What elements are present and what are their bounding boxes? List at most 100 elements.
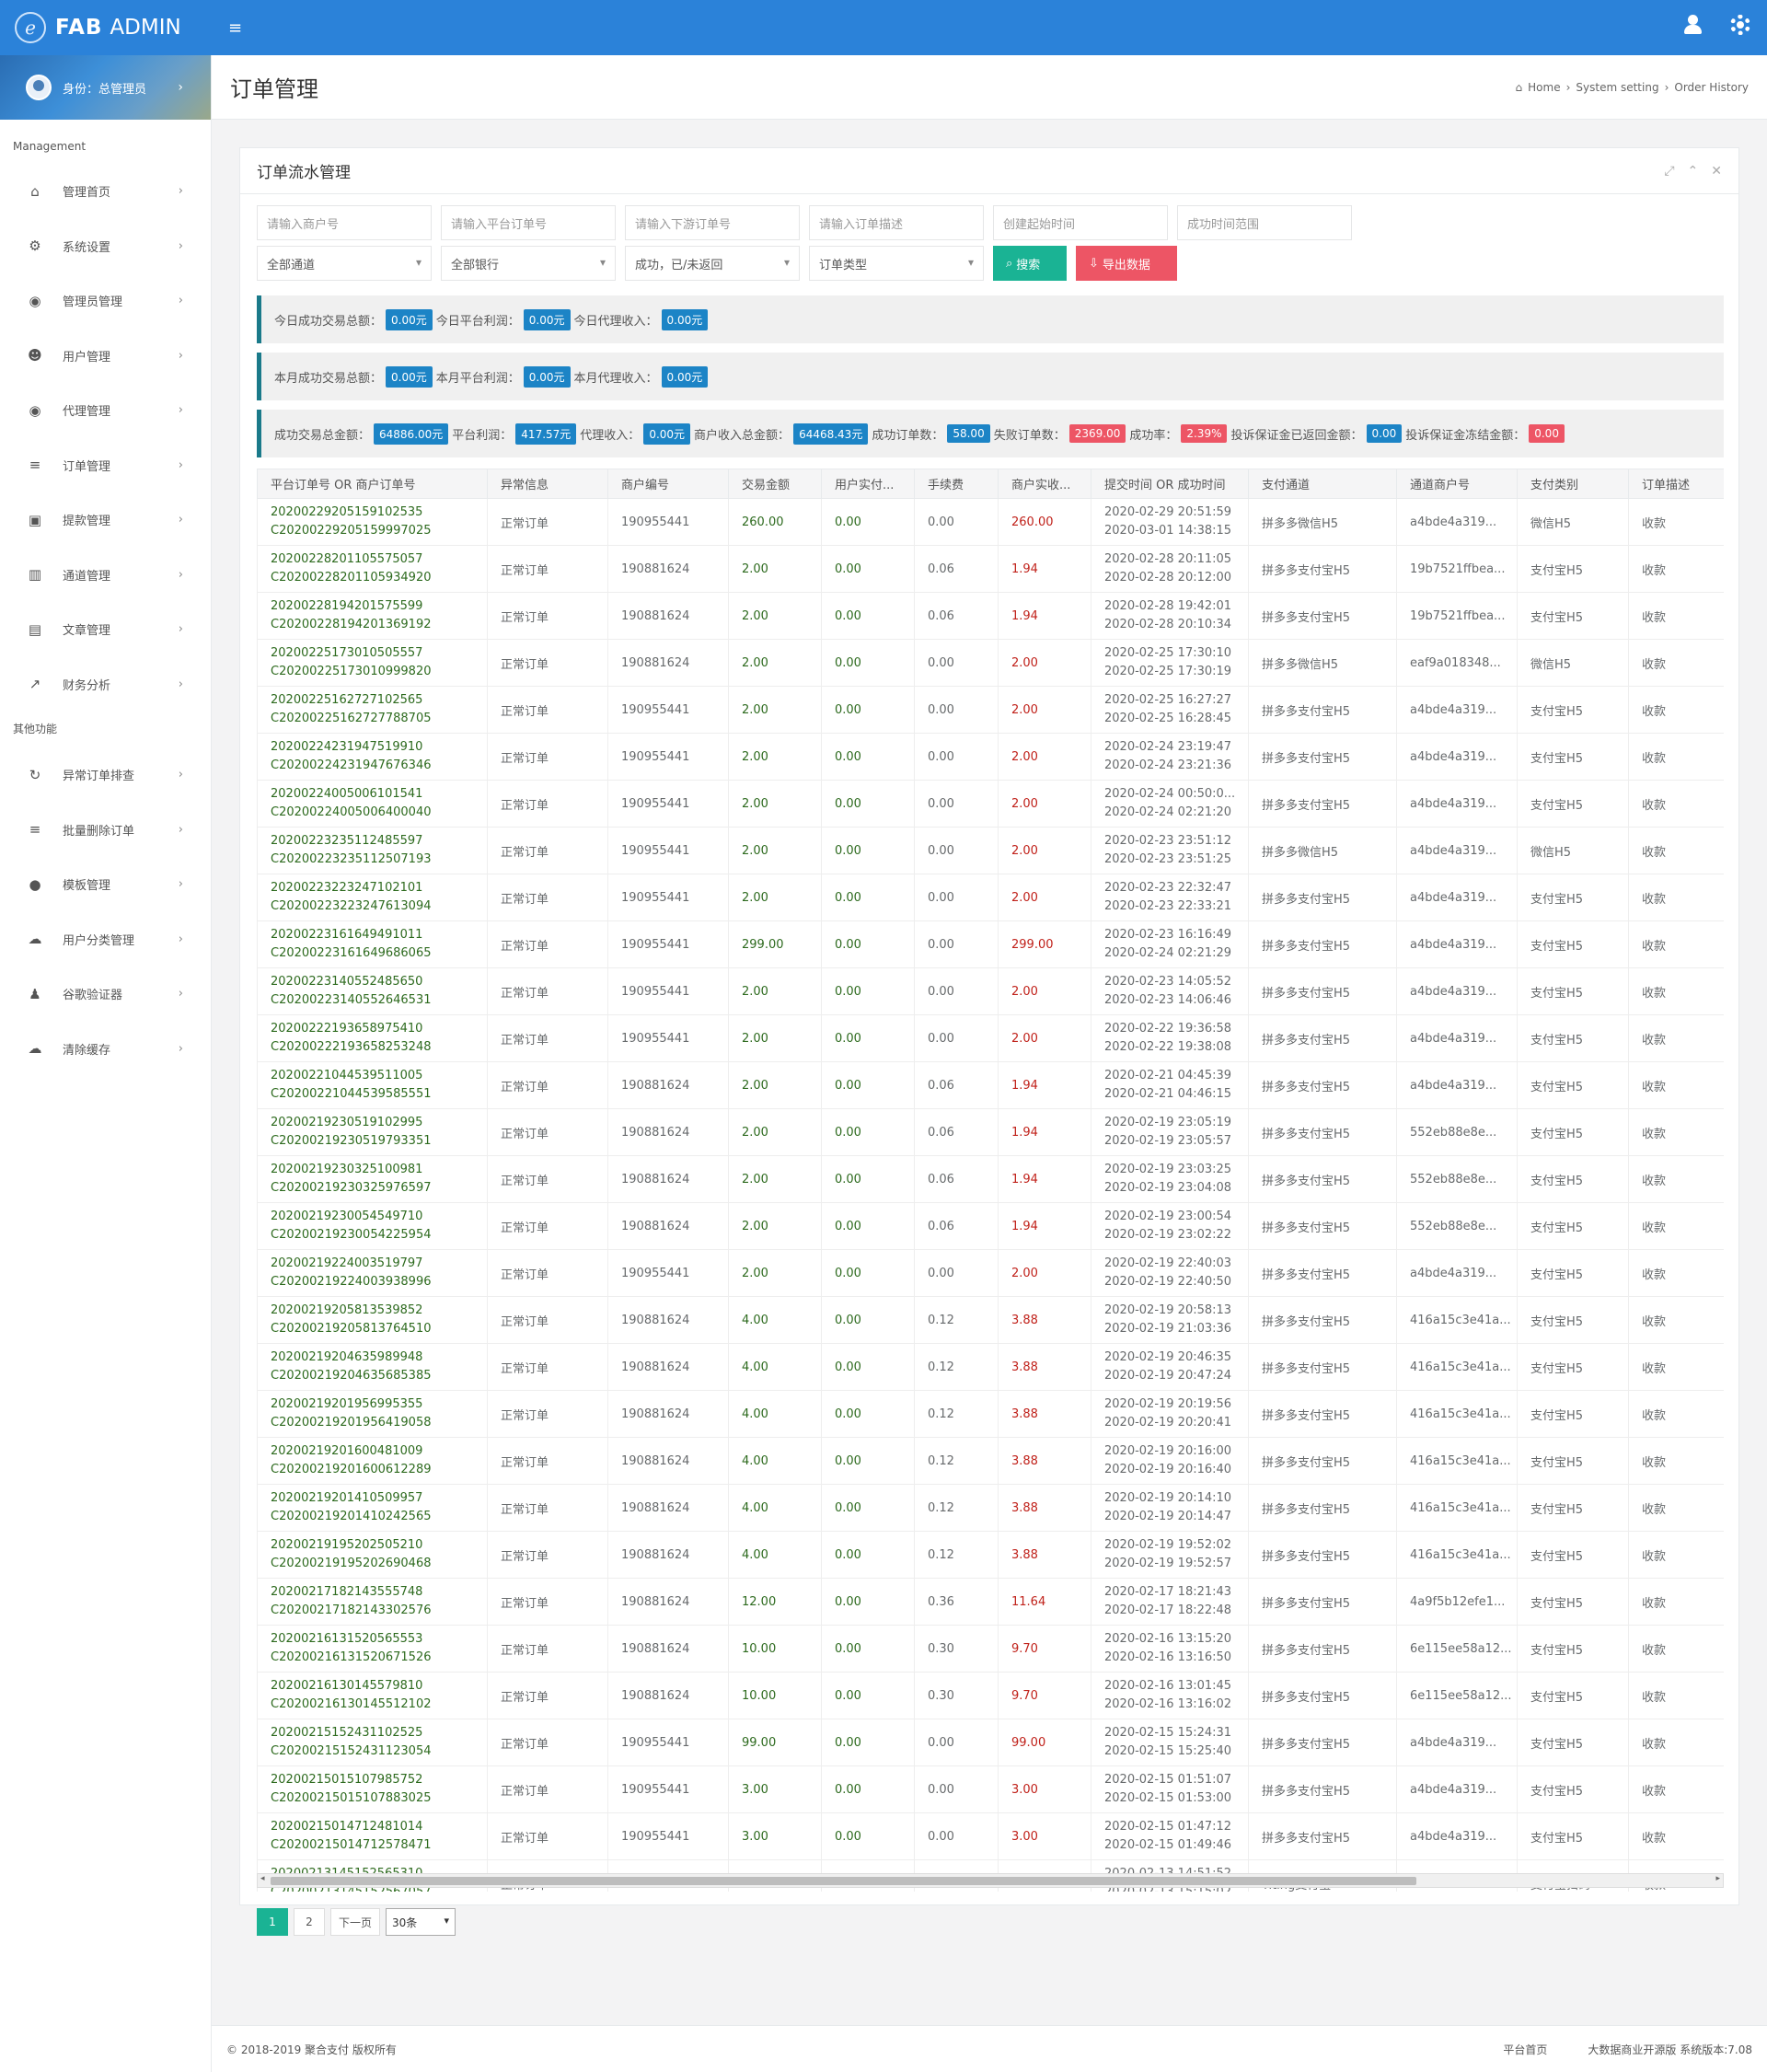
page-2-button[interactable]: 2 bbox=[294, 1908, 325, 1936]
table-row[interactable]: 20200219224003519797 C2020021922400393899… bbox=[257, 1249, 1724, 1297]
sidebar-item[interactable]: ♟ 谷歌验证器 › bbox=[0, 967, 211, 1022]
table-row[interactable]: 20200222193658975410 C2020022219365825324… bbox=[257, 1014, 1724, 1062]
sidebar-item[interactable]: ● 模板管理 › bbox=[0, 857, 211, 912]
column-header[interactable]: 交易金额 bbox=[728, 469, 822, 499]
platform-order-id[interactable]: 20200216130145579810 bbox=[271, 1677, 487, 1696]
platform-order-id[interactable]: 20200224005006101541 bbox=[271, 785, 487, 804]
merchant-order-id[interactable]: C20200225173010999820 bbox=[271, 663, 487, 681]
platform-order-id[interactable]: 20200219230519102995 bbox=[271, 1114, 487, 1132]
export-button[interactable]: ⇩ 导出数据 bbox=[1076, 246, 1177, 281]
column-header[interactable]: 手续费 bbox=[914, 469, 999, 499]
platform-order-id[interactable]: 20200228194201575599 bbox=[271, 597, 487, 616]
merchant-order-id[interactable]: C20200224231947676346 bbox=[271, 757, 487, 775]
merchant-order-id[interactable]: C20200224005006400040 bbox=[271, 804, 487, 822]
breadcrumb-home[interactable]: Home bbox=[1528, 81, 1560, 94]
gear-icon[interactable] bbox=[1730, 15, 1750, 35]
platform-order-id[interactable]: 20200224231947519910 bbox=[271, 738, 487, 757]
sidebar-item[interactable]: ▤ 文章管理 › bbox=[0, 602, 211, 657]
table-row[interactable]: 20200215015107985752 C2020021501510788302… bbox=[257, 1765, 1724, 1813]
merchant-order-id[interactable]: C20200229205159997025 bbox=[271, 522, 487, 540]
table-row[interactable]: 20200219201956995355 C2020021920195641905… bbox=[257, 1390, 1724, 1438]
platform-order-id[interactable]: 20200223223247102101 bbox=[271, 879, 487, 897]
column-header[interactable]: 支付类别 bbox=[1517, 469, 1629, 499]
platform-order-id[interactable]: 20200216131520565553 bbox=[271, 1630, 487, 1649]
platform-order-id[interactable]: 20200217182143555748 bbox=[271, 1583, 487, 1602]
merchant-order-id[interactable]: C20200223223247613094 bbox=[271, 897, 487, 916]
merchant-order-id[interactable]: C20200223161649686065 bbox=[271, 944, 487, 963]
column-header[interactable]: 商户编号 bbox=[607, 469, 729, 499]
table-row[interactable]: 20200223235112485597 C2020022323511250719… bbox=[257, 827, 1724, 874]
merchant-order-id[interactable]: C20200219230325976597 bbox=[271, 1179, 487, 1198]
next-page-button[interactable]: 下一页 bbox=[330, 1908, 381, 1936]
table-row[interactable]: 20200219230325100981 C2020021923032597659… bbox=[257, 1155, 1724, 1203]
platform-order-id[interactable]: 20200223235112485597 bbox=[271, 832, 487, 851]
sidebar-item[interactable]: ≡ 批量删除订单 › bbox=[0, 803, 211, 858]
scroll-right-icon[interactable]: ▸ bbox=[1715, 1874, 1720, 1883]
sidebar-item[interactable]: ☁ 用户分类管理 › bbox=[0, 912, 211, 967]
platform-order-id[interactable]: 20200221044539511005 bbox=[271, 1067, 487, 1085]
platform-order-id[interactable]: 20200219205813539852 bbox=[271, 1302, 487, 1320]
merchant-order-id[interactable]: C20200219204635685385 bbox=[271, 1367, 487, 1385]
merchant-order-id[interactable]: C20200221044539585551 bbox=[271, 1085, 487, 1104]
merchant-order-id[interactable]: C20200223140552646531 bbox=[271, 991, 487, 1010]
filter-input[interactable]: 请输入下游订单号 bbox=[625, 205, 800, 240]
merchant-order-id[interactable]: C20200223235112507193 bbox=[271, 851, 487, 869]
table-row[interactable]: 20200223161649491011 C2020022316164968606… bbox=[257, 920, 1724, 968]
horizontal-scrollbar[interactable]: ◂ ▸ bbox=[257, 1873, 1724, 1888]
platform-order-id[interactable]: 20200219230325100981 bbox=[271, 1161, 487, 1179]
merchant-order-id[interactable]: C20200222193658253248 bbox=[271, 1038, 487, 1057]
table-row[interactable]: 20200219201410509957 C2020021920141024256… bbox=[257, 1484, 1724, 1532]
table-row[interactable]: 20200224231947519910 C2020022423194767634… bbox=[257, 733, 1724, 781]
merchant-order-id[interactable]: C20200217182143302576 bbox=[271, 1602, 487, 1620]
table-row[interactable]: 20200219201600481009 C2020021920160061228… bbox=[257, 1437, 1724, 1485]
menu-toggle-icon[interactable]: ≡ bbox=[228, 18, 242, 38]
table-row[interactable]: 20200225162727102565 C2020022516272778870… bbox=[257, 686, 1724, 734]
column-header[interactable]: 通道商户号 bbox=[1396, 469, 1518, 499]
table-row[interactable]: 20200216131520565553 C2020021613152067152… bbox=[257, 1625, 1724, 1673]
sidebar-item[interactable]: ↻ 异常订单排查 › bbox=[0, 747, 211, 803]
collapse-icon[interactable]: ⌃ bbox=[1688, 164, 1699, 179]
table-row[interactable]: 20200216130145579810 C2020021613014551210… bbox=[257, 1672, 1724, 1719]
close-icon[interactable]: ✕ bbox=[1711, 164, 1722, 179]
sidebar-item[interactable]: ☻ 用户管理 › bbox=[0, 329, 211, 384]
filter-input[interactable]: 请输入订单描述 bbox=[809, 205, 984, 240]
table-row[interactable]: 20200228194201575599 C2020022819420136919… bbox=[257, 592, 1724, 640]
sidebar-item[interactable]: ↗ 财务分析 › bbox=[0, 657, 211, 712]
platform-order-id[interactable]: 20200219224003519797 bbox=[271, 1255, 487, 1273]
platform-order-id[interactable]: 20200219201410509957 bbox=[271, 1489, 487, 1508]
sidebar-item[interactable]: ≡ 订单管理 › bbox=[0, 438, 211, 493]
page-1-button[interactable]: 1 bbox=[257, 1908, 288, 1936]
merchant-order-id[interactable]: C20200219195202690468 bbox=[271, 1555, 487, 1573]
sidebar-item[interactable]: ◉ 管理员管理 › bbox=[0, 273, 211, 329]
filter-select[interactable]: 成功，已/未返回 bbox=[625, 246, 800, 281]
merchant-order-id[interactable]: C20200219205813764510 bbox=[271, 1320, 487, 1338]
column-header[interactable]: 异常信息 bbox=[487, 469, 608, 499]
platform-order-id[interactable]: 20200219201956995355 bbox=[271, 1395, 487, 1414]
platform-order-id[interactable]: 20200219204635989948 bbox=[271, 1349, 487, 1367]
sidebar-item[interactable]: ◉ 代理管理 › bbox=[0, 383, 211, 438]
table-row[interactable]: 20200225173010505557 C2020022517301099982… bbox=[257, 639, 1724, 687]
sidebar-item[interactable]: ▥ 通道管理 › bbox=[0, 548, 211, 603]
merchant-order-id[interactable]: C20200216131520671526 bbox=[271, 1649, 487, 1667]
filter-select[interactable]: 全部通道 bbox=[257, 246, 432, 281]
merchant-order-id[interactable]: C20200215152431123054 bbox=[271, 1742, 487, 1761]
table-row[interactable]: 20200215152431102525 C2020021515243112305… bbox=[257, 1719, 1724, 1766]
merchant-order-id[interactable]: C20200215014712578471 bbox=[271, 1836, 487, 1855]
search-button[interactable]: ⌕ 搜索 bbox=[993, 246, 1067, 281]
merchant-order-id[interactable]: C20200215015107883025 bbox=[271, 1789, 487, 1808]
merchant-order-id[interactable]: C20200228194201369192 bbox=[271, 616, 487, 634]
table-row[interactable]: 20200224005006101541 C2020022400500640004… bbox=[257, 780, 1724, 828]
merchant-order-id[interactable]: C20200219230519793351 bbox=[271, 1132, 487, 1151]
merchant-order-id[interactable]: C20200219201956419058 bbox=[271, 1414, 487, 1432]
platform-order-id[interactable]: 20200228201105575057 bbox=[271, 550, 487, 569]
column-header[interactable]: 提交时间 OR 成功时间 bbox=[1091, 469, 1249, 499]
table-row[interactable]: 20200223140552485650 C2020022314055264653… bbox=[257, 967, 1724, 1015]
scrollbar-thumb[interactable] bbox=[271, 1877, 1416, 1885]
platform-order-id[interactable]: 20200225173010505557 bbox=[271, 644, 487, 663]
table-row[interactable]: 20200219204635989948 C2020021920463568538… bbox=[257, 1343, 1724, 1391]
sidebar-item[interactable]: ⚙ 系统设置 › bbox=[0, 219, 211, 274]
merchant-order-id[interactable]: C20200219201410242565 bbox=[271, 1508, 487, 1526]
merchant-order-id[interactable]: C20200219201600612289 bbox=[271, 1461, 487, 1479]
filter-input[interactable]: 成功时间范围 bbox=[1177, 205, 1352, 240]
filter-select[interactable]: 订单类型 bbox=[809, 246, 984, 281]
